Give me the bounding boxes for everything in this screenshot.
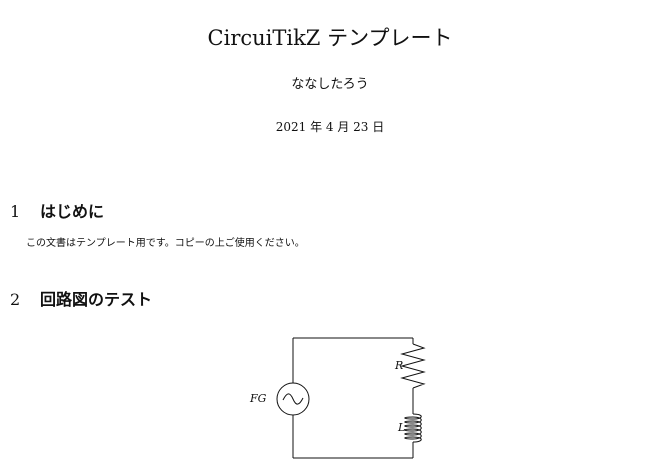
section-1-paragraph: この文書はテンプレート用です。コピーの上ご使用ください。 (26, 238, 305, 249)
resistor-label: R (394, 359, 403, 372)
circuit-diagram: FG R L (249, 337, 426, 459)
ac-source-symbol (276, 382, 310, 416)
section-heading-1: 1 はじめに (10, 201, 104, 223)
circuit-wires (292, 337, 414, 459)
source-label: FG (249, 392, 267, 405)
document-author: ななしたろう (291, 77, 369, 92)
inductor-symbol (404, 413, 422, 443)
inductor-label: L (397, 421, 405, 434)
section-title: はじめに (40, 202, 105, 221)
resistor-symbol (400, 343, 426, 389)
section-heading-2: 2 回路図のテスト (10, 289, 152, 311)
section-title: 回路図のテスト (40, 290, 153, 309)
section-number: 1 (10, 202, 21, 221)
document-date: 2021 年 4 月 23 日 (275, 120, 385, 134)
document-title: CircuiTikZ テンプレート (207, 26, 453, 50)
section-number: 2 (10, 290, 21, 309)
